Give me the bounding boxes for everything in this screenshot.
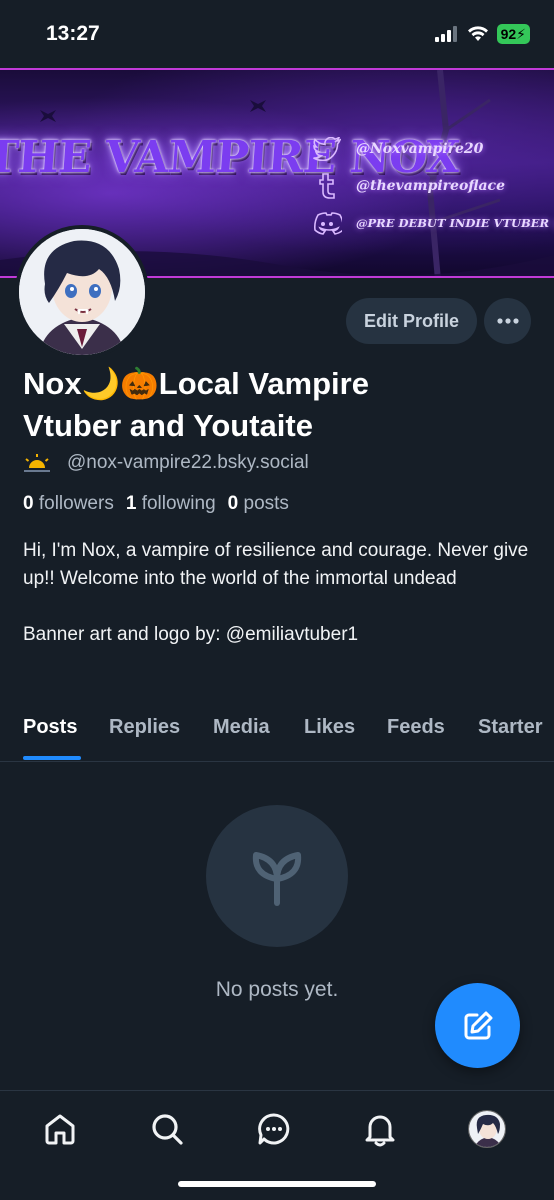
posts-count: 0 xyxy=(227,493,239,514)
empty-state-graphic xyxy=(206,805,348,947)
followers-label: followers xyxy=(38,493,114,514)
discord-icon xyxy=(312,208,342,238)
search-icon xyxy=(152,1114,183,1145)
nav-profile[interactable] xyxy=(467,1109,507,1149)
banner-social-links: @Noxvampire20 @thevampireoflace @PRE DEB… xyxy=(312,130,554,241)
compose-icon xyxy=(464,1011,492,1039)
profile-bio: Hi, I'm Nox, a vampire of resilience and… xyxy=(23,540,529,645)
social-row-discord: @PRE DEBUT INDIE VTUBER | # xyxy=(312,204,554,241)
posts-stat: 0 posts xyxy=(228,493,289,515)
social-text-twitter: @Noxvampire20 xyxy=(356,140,484,157)
following-label: following xyxy=(141,493,216,514)
twitter-icon xyxy=(312,134,342,164)
social-row-twitter: @Noxvampire20 xyxy=(312,130,554,167)
status-time: 13:27 xyxy=(46,22,100,45)
status-bar: 13:27 92⚡ xyxy=(0,0,554,68)
more-options-button[interactable] xyxy=(484,298,531,344)
wifi-icon xyxy=(467,26,488,41)
social-row-tumblr: @thevampireoflace xyxy=(312,167,554,204)
tab-likes[interactable]: Likes xyxy=(304,716,355,739)
followers-stat[interactable]: 0 followers xyxy=(23,493,114,515)
avatar-image xyxy=(19,229,145,355)
status-icons: 92⚡ xyxy=(434,24,530,44)
chat-icon xyxy=(258,1113,290,1145)
battery-level: 92 xyxy=(500,26,517,42)
home-icon xyxy=(45,1114,75,1145)
active-tab-indicator xyxy=(23,756,81,760)
more-dots-icon xyxy=(496,318,519,324)
home-indicator xyxy=(178,1181,376,1187)
tab-replies[interactable]: Replies xyxy=(109,716,180,739)
bell-icon xyxy=(365,1115,395,1147)
following-stat[interactable]: 1 following xyxy=(126,493,216,515)
battery-indicator: 92⚡ xyxy=(496,24,530,44)
nav-notifications[interactable] xyxy=(360,1109,400,1149)
tab-posts[interactable]: Posts xyxy=(23,716,77,739)
sprout-icon xyxy=(252,852,302,906)
profile-handle: @nox-vampire22.bsky.social xyxy=(67,452,309,473)
tab-feeds[interactable]: Feeds xyxy=(387,716,445,739)
posts-label: posts xyxy=(243,493,289,514)
compose-post-button[interactable] xyxy=(435,983,520,1068)
social-text-tumblr: @thevampireoflace xyxy=(356,177,505,194)
signal-icon xyxy=(434,26,457,42)
profile-tabs: Posts Replies Media Likes Feeds Starter xyxy=(0,700,554,762)
followers-count: 0 xyxy=(23,493,34,514)
nav-profile-avatar xyxy=(468,1110,506,1148)
nav-chat[interactable] xyxy=(254,1109,294,1149)
tab-starter[interactable]: Starter xyxy=(478,716,542,739)
nav-home[interactable] xyxy=(40,1109,80,1149)
profile-avatar[interactable] xyxy=(15,225,149,359)
social-text-discord: @PRE DEBUT INDIE VTUBER | # xyxy=(356,215,554,230)
sunrise-icon xyxy=(24,454,50,472)
following-count: 1 xyxy=(125,493,137,514)
nav-search[interactable] xyxy=(147,1109,187,1149)
display-name: Nox🌙🎃Local Vampire Vtuber and Youtaite xyxy=(23,366,369,443)
tab-media[interactable]: Media xyxy=(213,716,270,739)
edit-profile-button[interactable]: Edit Profile xyxy=(346,298,477,344)
profile-stats: 0 followers 1 following 0 posts xyxy=(23,493,289,515)
tumblr-icon xyxy=(312,171,342,201)
handle-row: @nox-vampire22.bsky.social xyxy=(23,452,309,474)
